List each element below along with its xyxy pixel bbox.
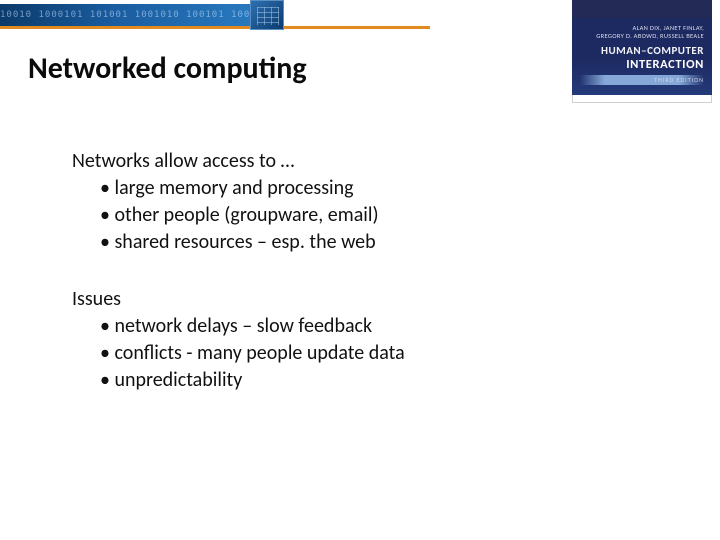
book-edition: THIRD EDITION [580, 75, 704, 85]
section2-bullets: • network delays – slow feedback • confl… [100, 313, 592, 394]
book-authors-line2: GREGORY D. ABOWD, RUSSELL BEALE [580, 32, 704, 40]
book-top-bar [572, 0, 712, 18]
slide: 10010 1000101 101001 1001010 100101 1001… [0, 0, 720, 540]
book-cover: ALAN DIX, JANET FINLAY, GREGORY D. ABOWD… [572, 0, 712, 103]
accent-line [0, 26, 430, 29]
section1-bullets: • large memory and processing • other pe… [100, 175, 592, 256]
book-authors-line1: ALAN DIX, JANET FINLAY, [580, 24, 704, 32]
list-item: • unpredictability [100, 367, 592, 394]
book-under-bar [572, 95, 712, 103]
page-title: Networked computing [28, 50, 307, 87]
section2-heading: Issues [72, 286, 592, 313]
list-item: • large memory and processing [100, 175, 592, 202]
book-body: ALAN DIX, JANET FINLAY, GREGORY D. ABOWD… [572, 18, 712, 95]
chip-icon [250, 0, 284, 30]
book-authors: ALAN DIX, JANET FINLAY, GREGORY D. ABOWD… [580, 24, 704, 40]
book-title-line1: HUMAN–COMPUTER [580, 44, 704, 57]
banner-binary-text: 10010 1000101 101001 1001010 100101 1001… [0, 10, 282, 20]
top-banner: 10010 1000101 101001 1001010 100101 1001… [0, 4, 284, 26]
body-text: Networks allow access to … • large memor… [72, 148, 592, 394]
section1-heading: Networks allow access to … [72, 148, 592, 175]
list-item: • conflicts - many people update data [100, 340, 592, 367]
list-item: • network delays – slow feedback [100, 313, 592, 340]
book-title-line2: INTERACTION [580, 57, 704, 72]
list-item: • shared resources – esp. the web [100, 229, 592, 256]
list-item: • other people (groupware, email) [100, 202, 592, 229]
